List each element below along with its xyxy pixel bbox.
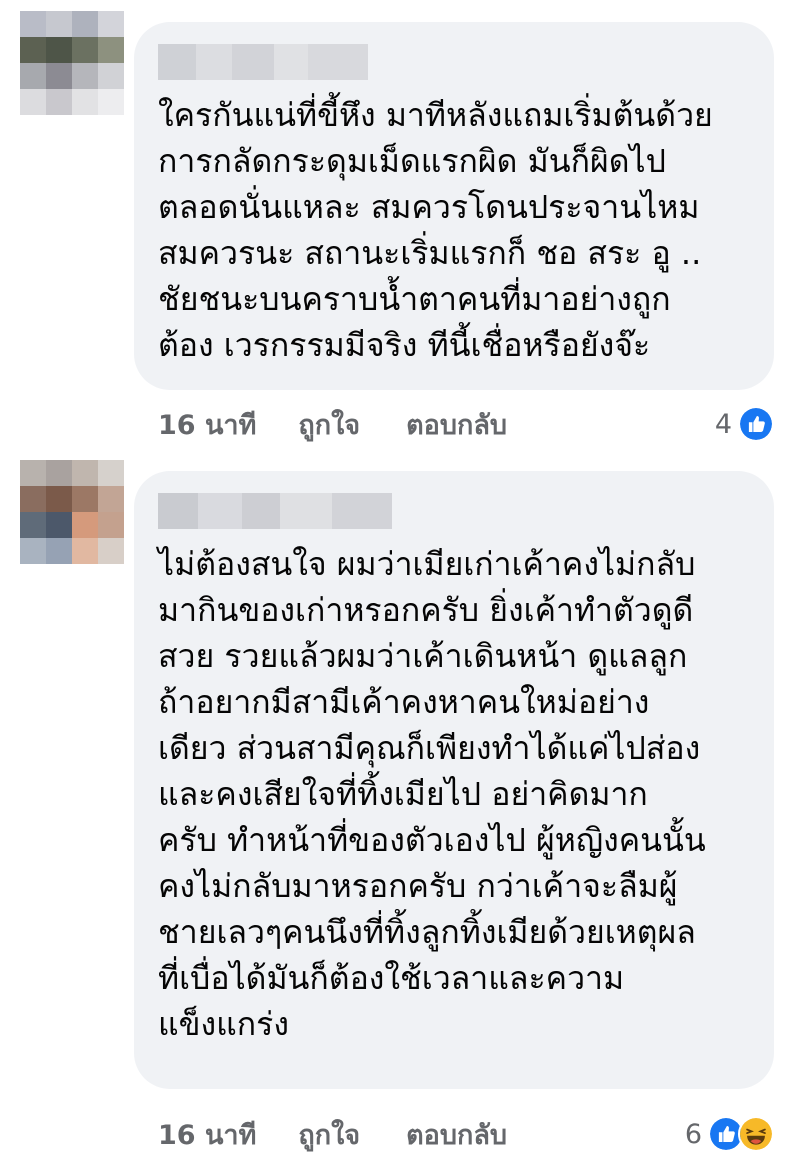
reaction-summary[interactable]: 6 (685, 1116, 774, 1152)
commenter-name-blurred[interactable] (158, 493, 392, 529)
comment-timestamp[interactable]: 16 นาที (158, 1113, 256, 1156)
reaction-count: 6 (684, 1118, 702, 1150)
reply-button[interactable]: ตอบกลับ (406, 1113, 507, 1156)
like-reaction-icon (738, 406, 774, 442)
comment-1: ใครกันแน่ที่ขี้หึง มาทีหลังแถมเริ่มต้นด้… (0, 0, 800, 460)
like-button[interactable]: ถูกใจ (298, 403, 360, 446)
comment-bubble: ใครกันแน่ที่ขี้หึง มาทีหลังแถมเริ่มต้นด้… (134, 22, 774, 390)
comment-2: ไม่ต้องสนใจ ผมว่าเมียเก่าเค้าคงไม่กลับ ม… (0, 460, 800, 1171)
comment-actions: 16 นาที ถูกใจ ตอบกลับ 6 (158, 1110, 774, 1158)
comment-text: ใครกันแน่ที่ขี้หึง มาทีหลังแถมเริ่มต้นด้… (158, 96, 713, 364)
reply-button[interactable]: ตอบกลับ (406, 403, 507, 446)
reaction-icons (738, 406, 774, 442)
comment-bubble: ไม่ต้องสนใจ ผมว่าเมียเก่าเค้าคงไม่กลับ ม… (134, 471, 774, 1089)
haha-reaction-icon (738, 1116, 774, 1152)
avatar[interactable] (20, 11, 124, 115)
comment-text: ไม่ต้องสนใจ ผมว่าเมียเก่าเค้าคงไม่กลับ ม… (158, 545, 706, 1043)
avatar[interactable] (20, 460, 124, 564)
commenter-name-blurred[interactable] (158, 44, 368, 80)
reaction-summary[interactable]: 4 (715, 406, 774, 442)
reaction-count: 4 (714, 408, 732, 440)
reaction-icons (708, 1116, 774, 1152)
like-button[interactable]: ถูกใจ (298, 1113, 360, 1156)
comment-actions: 16 นาที ถูกใจ ตอบกลับ 4 (158, 400, 774, 448)
comment-timestamp[interactable]: 16 นาที (158, 403, 256, 446)
